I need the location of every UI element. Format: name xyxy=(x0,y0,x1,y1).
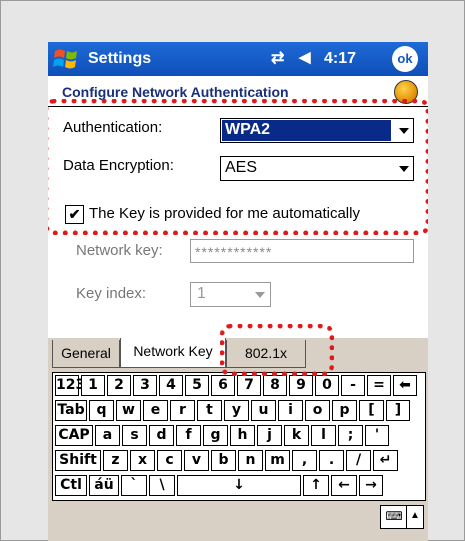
key-b[interactable]: b xyxy=(211,450,236,471)
key-v[interactable]: v xyxy=(184,450,209,471)
key-k[interactable]: k xyxy=(284,425,309,446)
chevron-down-icon xyxy=(255,292,265,298)
key-h[interactable]: h xyxy=(230,425,255,446)
device-screen: Settings ⇄ ◀︎ 4:17 ok Configure Network … xyxy=(48,42,428,541)
key-`[interactable]: ` xyxy=(121,475,147,496)
key--[interactable]: - xyxy=(341,375,365,396)
network-key-value: ************ xyxy=(195,244,273,260)
speaker-icon[interactable]: ◀︎ xyxy=(299,48,311,66)
tab-general[interactable]: General xyxy=(52,340,120,368)
start-menu-icon[interactable] xyxy=(52,45,80,73)
key-8[interactable]: 8 xyxy=(263,375,287,396)
key-\[interactable]: \ xyxy=(149,475,175,496)
key-1[interactable]: 1 xyxy=(81,375,105,396)
key-q[interactable]: q xyxy=(89,400,114,421)
key-j[interactable]: j xyxy=(257,425,282,446)
key-[[interactable]: [ xyxy=(359,400,384,421)
enter-key[interactable]: ↵ xyxy=(373,450,398,471)
key-w[interactable]: w xyxy=(116,400,141,421)
key-index-label: Key index: xyxy=(76,285,147,302)
key-c[interactable]: c xyxy=(157,450,182,471)
key-shift[interactable]: Shift xyxy=(55,450,101,471)
key-6[interactable]: 6 xyxy=(211,375,235,396)
key-index-value: 1 xyxy=(197,285,206,302)
key-123[interactable]: 123 xyxy=(55,375,85,396)
key-x[interactable]: x xyxy=(130,450,155,471)
key-o[interactable]: o xyxy=(305,400,330,421)
annotation-highlight-8021x-tab xyxy=(220,324,334,376)
key-a[interactable]: a xyxy=(95,425,120,446)
chevron-up-icon[interactable]: ▲ xyxy=(406,505,424,529)
clock[interactable]: 4:17 xyxy=(324,50,356,68)
key-d[interactable]: d xyxy=(149,425,174,446)
network-key-input[interactable]: ************ xyxy=(190,239,414,263)
key-index-select[interactable]: 1 xyxy=(190,282,271,307)
key-g[interactable]: g xyxy=(203,425,228,446)
key-f[interactable]: f xyxy=(176,425,201,446)
key-e[interactable]: e xyxy=(143,400,168,421)
left-arrow-key[interactable]: ← xyxy=(331,475,357,496)
ok-button[interactable]: ok xyxy=(392,46,418,72)
title-bar: Settings ⇄ ◀︎ 4:17 ok xyxy=(48,42,428,76)
key-m[interactable]: m xyxy=(265,450,290,471)
key-u[interactable]: u xyxy=(251,400,276,421)
backspace-key[interactable]: ⬅ xyxy=(393,375,417,396)
key-cap[interactable]: CAP xyxy=(55,425,93,446)
key-.[interactable]: . xyxy=(319,450,344,471)
key-p[interactable]: p xyxy=(332,400,357,421)
key-0[interactable]: 0 xyxy=(315,375,339,396)
app-title: Settings xyxy=(88,50,152,67)
key-z[interactable]: z xyxy=(103,450,128,471)
key-7[interactable]: 7 xyxy=(237,375,261,396)
keyboard-icon[interactable]: ⌨ xyxy=(380,505,408,529)
key-5[interactable]: 5 xyxy=(185,375,209,396)
up-arrow-key[interactable]: ↑ xyxy=(303,475,329,496)
key-/[interactable]: / xyxy=(346,450,371,471)
tab-network-key[interactable]: Network Key xyxy=(120,338,226,368)
key-=[interactable]: = xyxy=(367,375,391,396)
key-,[interactable]: , xyxy=(292,450,317,471)
network-key-label: Network key: xyxy=(76,242,163,259)
key-n[interactable]: n xyxy=(238,450,263,471)
key-l[interactable]: l xyxy=(311,425,336,446)
key-t[interactable]: t xyxy=(197,400,222,421)
key-s[interactable]: s xyxy=(122,425,147,446)
key-r[interactable]: r xyxy=(170,400,195,421)
key-9[interactable]: 9 xyxy=(289,375,313,396)
key-áü[interactable]: áü xyxy=(89,475,119,496)
soft-keyboard: 123 1 2 3 4 5 6 7 8 9 0- = ⬅ Tab q w e r t y u i o p[] CAP a s d f g h… xyxy=(52,372,426,501)
key-4[interactable]: 4 xyxy=(159,375,183,396)
key-2[interactable]: 2 xyxy=(107,375,131,396)
down-arrow-key[interactable]: ↓ xyxy=(177,475,301,496)
key-;[interactable]: ; xyxy=(338,425,363,446)
key-y[interactable]: y xyxy=(224,400,249,421)
key-3[interactable]: 3 xyxy=(133,375,157,396)
key-][interactable]: ] xyxy=(386,400,410,421)
key-'[interactable]: ' xyxy=(365,425,389,446)
page-title: Configure Network Authentication xyxy=(62,84,289,100)
key-tab[interactable]: Tab xyxy=(55,400,87,421)
connectivity-icon[interactable]: ⇄ xyxy=(271,48,284,68)
key-ctl[interactable]: Ctl xyxy=(55,475,87,496)
right-arrow-key[interactable]: → xyxy=(359,475,383,496)
annotation-highlight-settings xyxy=(48,99,428,235)
key-i[interactable]: i xyxy=(278,400,303,421)
